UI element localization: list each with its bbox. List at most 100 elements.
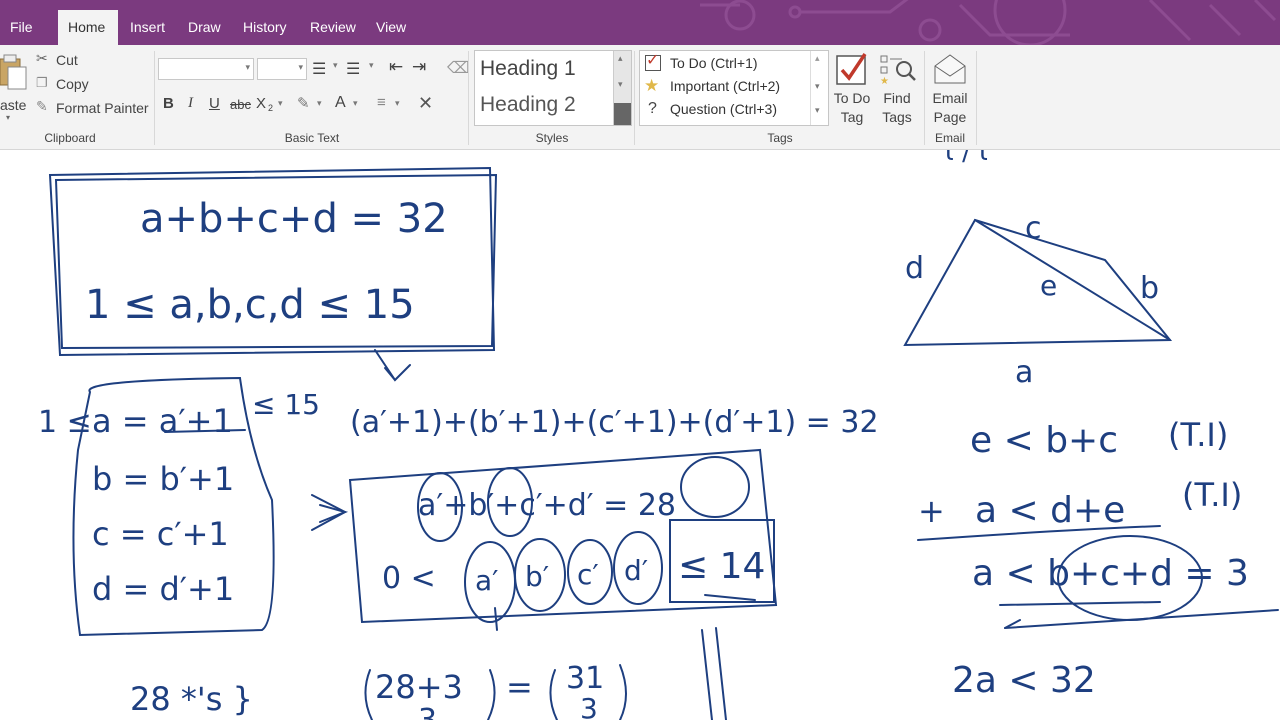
reduced-equation: a′+b′+c′+d′ = 28 bbox=[418, 488, 676, 523]
group-divider bbox=[154, 51, 155, 145]
font-size-combo[interactable]: ▾ bbox=[257, 58, 307, 80]
sub-a: a = a′+1 bbox=[92, 402, 233, 440]
decrease-indent-icon[interactable]: ⇤ bbox=[389, 57, 403, 77]
tag-important-label: Important (Ctrl+2) bbox=[670, 78, 781, 94]
styles-scrollbar[interactable]: ▴ ▾ bbox=[613, 51, 631, 125]
chevron-down-icon: ▾ bbox=[298, 62, 303, 72]
format-painter-button[interactable]: ✎ Format Painter bbox=[34, 98, 150, 118]
chevron-up-icon[interactable]: ▴ bbox=[618, 53, 623, 64]
todo-tag-button[interactable]: To Do Tag bbox=[831, 50, 873, 130]
bound-zero: 0 < bbox=[382, 561, 436, 596]
inequality-2-tag: (T.I) bbox=[1182, 476, 1242, 514]
bound-var-a: a′ bbox=[475, 564, 499, 597]
bound-var-b: b′ bbox=[525, 560, 549, 593]
bullets-icon[interactable]: ☰ bbox=[312, 59, 326, 79]
quad-label-c: c bbox=[1025, 211, 1042, 246]
email-page-button[interactable]: Email Page bbox=[928, 50, 972, 130]
subscript-icon: 2 bbox=[268, 103, 274, 113]
copy-icon: ❐ bbox=[36, 75, 48, 90]
paintbrush-icon: ✎ bbox=[36, 98, 48, 114]
email-group-label: Email bbox=[934, 131, 965, 145]
tag-important[interactable]: ★ Important (Ctrl+2) bbox=[640, 76, 810, 98]
tags-gallery: ✓ To Do (Ctrl+1) ★ Important (Ctrl+2) ? … bbox=[639, 50, 829, 126]
chevron-down-icon[interactable]: ▾ bbox=[395, 98, 400, 109]
highlighter-icon[interactable]: ✎ bbox=[297, 94, 310, 112]
checkmark-icon: ✓ bbox=[646, 52, 660, 69]
paste-label: aste bbox=[0, 97, 27, 113]
find-tags-button[interactable]: ★ Find Tags bbox=[876, 50, 918, 130]
chevron-up-icon[interactable]: ▴ bbox=[815, 53, 820, 64]
tags-scrollbar[interactable]: ▴ ▾ ▾ bbox=[810, 51, 829, 125]
box-equation-2: 1 ≤ a,b,c,d ≤ 15 bbox=[85, 282, 415, 328]
sub-a-left: 1 ≤ bbox=[38, 405, 92, 440]
group-divider bbox=[468, 51, 469, 145]
todo-tag-label-2: Tag bbox=[840, 109, 864, 125]
paste-button[interactable]: aste ▾ bbox=[0, 51, 28, 125]
quad-label-e: e bbox=[1040, 269, 1057, 302]
chevron-down-icon[interactable]: ▾ bbox=[369, 60, 374, 71]
tab-insert[interactable]: Insert bbox=[120, 10, 175, 45]
sub-d: d = d′+1 bbox=[92, 570, 234, 608]
top-fragment: ι / ι bbox=[945, 150, 988, 167]
copy-button[interactable]: ❐ Copy bbox=[34, 74, 104, 94]
tab-draw[interactable]: Draw bbox=[178, 10, 231, 45]
expanded-equation: (a′+1)+(b′+1)+(c′+1)+(d′+1) = 32 bbox=[350, 405, 879, 440]
format-painter-label: Format Painter bbox=[56, 100, 149, 116]
clear-formatting-button[interactable]: ✕ bbox=[418, 93, 433, 114]
inequality-2: a < d+e bbox=[975, 490, 1125, 531]
quad-label-a: a bbox=[1015, 355, 1033, 390]
find-tags-label-1: Find bbox=[883, 90, 911, 106]
find-tags-icon: ★ bbox=[880, 55, 916, 86]
numbering-icon[interactable]: ☰ bbox=[346, 59, 360, 79]
align-icon[interactable]: ≡ bbox=[377, 94, 386, 111]
star-icon: ★ bbox=[644, 76, 660, 95]
tab-history[interactable]: History bbox=[233, 10, 297, 45]
tag-todo-label: To Do (Ctrl+1) bbox=[670, 55, 758, 71]
chevron-down-icon[interactable]: ▾ bbox=[618, 79, 623, 90]
tab-review[interactable]: Review bbox=[300, 10, 366, 45]
chevron-down-icon: ▾ bbox=[245, 62, 250, 72]
chevron-down-icon[interactable]: ▾ bbox=[317, 98, 322, 109]
style-heading-1[interactable]: Heading 1 bbox=[480, 57, 576, 81]
chevron-down-icon: ▾ bbox=[6, 113, 11, 122]
bold-button[interactable]: B bbox=[163, 95, 174, 112]
copy-label: Copy bbox=[56, 76, 89, 92]
inequality-1: e < b+c bbox=[970, 420, 1118, 461]
subscript-button[interactable]: X bbox=[256, 95, 266, 112]
chevron-down-icon[interactable]: ▾ bbox=[333, 60, 338, 71]
bound-var-d: d′ bbox=[624, 554, 648, 587]
style-heading-2[interactable]: Heading 2 bbox=[480, 93, 576, 117]
underline-button[interactable]: U bbox=[209, 95, 220, 112]
binom-top: 28+3 bbox=[375, 668, 463, 706]
italic-button[interactable]: I bbox=[188, 95, 193, 112]
font-name-combo[interactable]: ▾ bbox=[158, 58, 254, 80]
tags-group-label: Tags bbox=[767, 131, 793, 145]
inequality-1-tag: (T.I) bbox=[1168, 416, 1228, 454]
strikethrough-button[interactable]: abc bbox=[230, 97, 251, 112]
email-envelope-icon bbox=[934, 54, 966, 84]
binom-rhs-top: 31 bbox=[566, 661, 604, 696]
tag-question[interactable]: ? Question (Ctrl+3) bbox=[640, 99, 810, 121]
todo-checkbox-icon bbox=[836, 53, 867, 85]
styles-more-button[interactable] bbox=[614, 103, 631, 125]
cut-button[interactable]: ✂ Cut bbox=[34, 50, 104, 70]
email-page-label-1: Email bbox=[932, 90, 968, 106]
chevron-down-icon[interactable]: ▾ bbox=[278, 98, 283, 109]
eraser-icon[interactable]: ⌫ bbox=[447, 58, 470, 78]
note-page-canvas[interactable]: a+b+c+d = 32 1 ≤ a,b,c,d ≤ 15 1 ≤ a = a′… bbox=[0, 150, 1280, 720]
tab-view[interactable]: View bbox=[366, 10, 416, 45]
quad-label-b: b bbox=[1140, 271, 1159, 306]
font-color-button[interactable]: A bbox=[335, 94, 346, 112]
ribbon-home: aste ▾ ✂ Cut ❐ Copy ✎ Format Painter Cli… bbox=[0, 45, 1280, 150]
binom-bottom: 3 bbox=[418, 703, 437, 720]
email-page-label-2: Page bbox=[933, 109, 967, 125]
tab-file[interactable]: File bbox=[0, 10, 43, 45]
sub-a-right: ≤ 15 bbox=[252, 388, 320, 421]
increase-indent-icon[interactable]: ⇥ bbox=[412, 57, 426, 77]
chevron-down-icon[interactable]: ▾ bbox=[353, 98, 358, 109]
more-icon[interactable]: ▾ bbox=[815, 105, 820, 116]
tab-home[interactable]: Home bbox=[58, 10, 118, 45]
tag-todo[interactable]: ✓ To Do (Ctrl+1) bbox=[640, 52, 810, 75]
stars-count: 28 *'s } bbox=[130, 680, 253, 718]
chevron-down-icon[interactable]: ▾ bbox=[815, 81, 820, 92]
